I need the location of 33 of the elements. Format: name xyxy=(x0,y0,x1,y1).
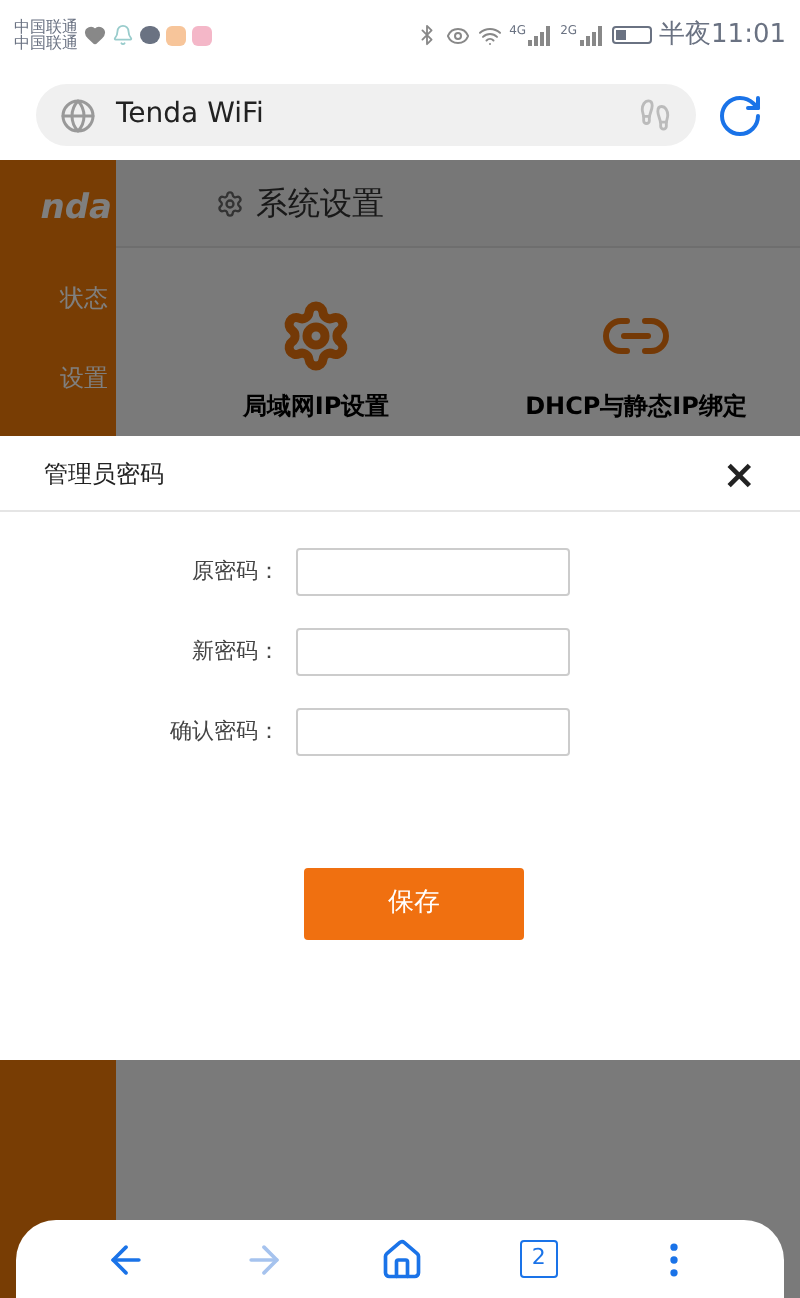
password-field[interactable] xyxy=(296,708,570,756)
password-field[interactable] xyxy=(296,628,570,676)
password-field[interactable] xyxy=(296,548,570,596)
home-icon[interactable] xyxy=(380,1237,425,1281)
tile-label[interactable]: 局域网IP设置 xyxy=(242,388,390,424)
save-button[interactable]: 保存 xyxy=(304,868,524,940)
section-title: 系统设置 xyxy=(256,181,384,225)
tab-count[interactable]: 2 xyxy=(519,1240,558,1278)
field-label: 确认密码： xyxy=(168,715,282,748)
footprints-icon[interactable] xyxy=(638,98,672,132)
eye-icon xyxy=(445,23,470,47)
heart-icon xyxy=(84,24,106,46)
globe-icon xyxy=(60,97,96,133)
gear-icon xyxy=(280,300,352,372)
dialog-title: 管理员密码 xyxy=(44,457,164,491)
reload-icon[interactable] xyxy=(716,91,764,139)
field-label: 新密码： xyxy=(190,635,282,668)
clock-time: 半夜11:01 xyxy=(659,17,786,54)
signal-icon xyxy=(579,25,604,45)
close-button[interactable]: × xyxy=(722,453,756,493)
page-title: Tenda WiFi xyxy=(116,96,266,134)
settings-icon xyxy=(216,189,244,217)
bell-icon xyxy=(112,24,134,46)
tile-label[interactable]: DHCP与静态IP绑定 xyxy=(525,388,747,424)
signal-icon xyxy=(528,25,553,45)
field-label: 原密码： xyxy=(190,555,282,588)
logo: nda xyxy=(40,186,114,232)
carrier-name: 中国联通 xyxy=(14,35,78,51)
address-bar[interactable]: Tenda WiFi xyxy=(36,84,696,146)
bluetooth-icon xyxy=(415,24,438,46)
wifi-icon xyxy=(477,23,502,47)
carrier-name: 中国联通 xyxy=(14,19,78,35)
battery-icon xyxy=(611,26,652,44)
